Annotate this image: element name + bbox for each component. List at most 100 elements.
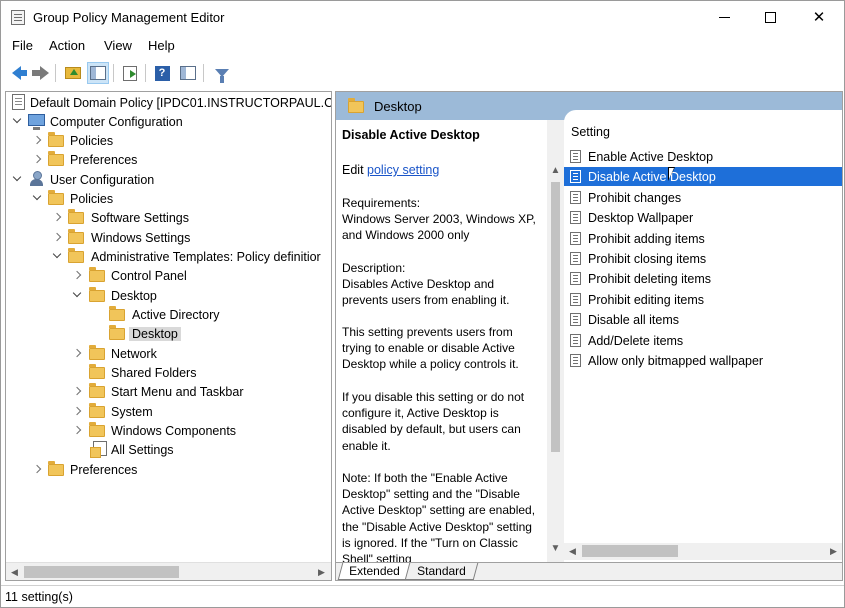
folder-icon (109, 306, 125, 321)
export-list-button[interactable] (119, 62, 141, 84)
tree-item-shared-folders[interactable]: Shared Folders (6, 363, 331, 382)
tree-horizontal-scrollbar[interactable]: ◀ ▶ (6, 562, 331, 580)
tree-item-start-menu[interactable]: Start Menu and Taskbar (6, 382, 331, 401)
menu-help[interactable]: Help (148, 38, 175, 53)
setting-row[interactable]: Prohibit editing items (564, 290, 842, 309)
filter-button[interactable] (211, 62, 233, 84)
scroll-up-icon[interactable]: ▲ (547, 162, 564, 179)
expand-toggle-icon[interactable] (12, 116, 21, 125)
tree-item-user-configuration[interactable]: User Configuration (6, 170, 331, 189)
back-button[interactable] (5, 62, 27, 84)
help-icon: ? (154, 65, 170, 81)
description-vertical-scrollbar[interactable]: ▲ ▼ (547, 120, 564, 562)
expand-toggle-icon[interactable] (52, 212, 61, 221)
description-label: Description: (342, 261, 406, 275)
tree-pane: Default Domain Policy [IPDC01.INSTRUCTOR… (5, 91, 332, 581)
column-header-setting[interactable]: Setting (571, 125, 610, 139)
tree-item-system[interactable]: System (6, 402, 331, 421)
scrollbar-thumb[interactable] (551, 182, 560, 452)
back-arrow-icon (11, 66, 27, 80)
forward-button[interactable] (29, 62, 51, 84)
user-icon (29, 171, 45, 187)
tree-item-computer-configuration[interactable]: Computer Configuration (6, 112, 331, 131)
tree-item-active-directory[interactable]: Active Directory (6, 305, 331, 324)
tree-label: Computer Configuration (50, 114, 183, 129)
tree-item-windows-settings[interactable]: Windows Settings (6, 228, 331, 247)
close-button[interactable]: ✕ (796, 1, 842, 33)
tree-item-cc-preferences[interactable]: Preferences (6, 150, 331, 169)
show-hide-tree-button[interactable] (87, 62, 109, 84)
menu-file[interactable]: File (12, 38, 33, 53)
tree-label: User Configuration (50, 172, 155, 187)
properties-button[interactable] (177, 62, 199, 84)
show-hide-tree-icon (90, 66, 106, 80)
tree-item-root[interactable]: Default Domain Policy [IPDC01.INSTRUCTOR… (6, 93, 331, 112)
tree-label: All Settings (111, 442, 174, 457)
tree-item-windows-components[interactable]: Windows Components (6, 421, 331, 440)
policy-setting-icon (570, 313, 581, 326)
setting-row[interactable]: Desktop Wallpaper (564, 208, 842, 227)
expand-toggle-icon[interactable] (72, 290, 81, 299)
setting-row[interactable]: Disable all items (564, 310, 842, 329)
setting-row-selected[interactable]: Disable Active Desktop (564, 167, 842, 186)
maximize-button[interactable] (747, 1, 793, 33)
tree-item-uc-policies[interactable]: Policies (6, 189, 331, 208)
tree-item-desktop[interactable]: Desktop (6, 286, 331, 305)
setting-label: Desktop Wallpaper (588, 210, 694, 225)
up-one-level-button[interactable] (62, 62, 84, 84)
tree-item-cc-policies[interactable]: Policies (6, 131, 331, 150)
setting-label: Prohibit closing items (588, 251, 707, 266)
expand-toggle-icon[interactable] (12, 174, 21, 183)
setting-row[interactable]: Allow only bitmapped wallpaper (564, 351, 842, 370)
tree-label: Administrative Templates: Policy definit… (91, 249, 321, 264)
menu-action[interactable]: Action (49, 38, 85, 53)
setting-row[interactable]: Enable Active Desktop (564, 147, 842, 166)
expand-toggle-icon[interactable] (72, 348, 81, 357)
setting-row[interactable]: Prohibit closing items (564, 249, 842, 268)
tree-item-control-panel[interactable]: Control Panel (6, 266, 331, 285)
tree-label: Start Menu and Taskbar (111, 384, 244, 399)
expand-toggle-icon[interactable] (72, 386, 81, 395)
tree-label: Software Settings (91, 210, 189, 225)
scroll-left-icon[interactable]: ◀ (6, 563, 23, 580)
expand-toggle-icon[interactable] (32, 154, 41, 163)
settings-horizontal-scrollbar[interactable]: ◀ ▶ (564, 543, 842, 560)
expand-toggle-icon[interactable] (32, 193, 41, 202)
tree-item-administrative-templates[interactable]: Administrative Templates: Policy definit… (6, 247, 331, 266)
expand-toggle-icon[interactable] (72, 270, 81, 279)
setting-row[interactable]: Prohibit deleting items (564, 269, 842, 288)
scroll-down-icon[interactable]: ▼ (547, 540, 564, 557)
menu-view[interactable]: View (104, 38, 132, 53)
scroll-right-icon[interactable]: ▶ (825, 543, 842, 560)
folder-icon (48, 132, 64, 147)
tree-item-desktop-selected[interactable]: Desktop (6, 324, 331, 343)
tree-item-network[interactable]: Network (6, 344, 331, 363)
expand-toggle-icon[interactable] (52, 232, 61, 241)
setting-row[interactable]: Prohibit changes (564, 188, 842, 207)
computer-icon (28, 114, 45, 130)
expand-toggle-icon[interactable] (52, 251, 61, 260)
minimize-button[interactable] (701, 1, 747, 33)
expand-toggle-icon[interactable] (32, 135, 41, 144)
help-button[interactable]: ? (151, 62, 173, 84)
expand-toggle-icon[interactable] (32, 464, 41, 473)
scroll-right-icon[interactable]: ▶ (313, 563, 330, 580)
expand-toggle-icon[interactable] (72, 406, 81, 415)
scrollbar-thumb[interactable] (582, 545, 678, 557)
tree-label: Desktop (111, 288, 157, 303)
tree-item-all-settings[interactable]: All Settings (6, 440, 331, 459)
tree-item-uc-preferences[interactable]: Preferences (6, 460, 331, 479)
tab-standard[interactable]: Standard (405, 563, 479, 580)
folder-icon (89, 267, 105, 282)
setting-row[interactable]: Prohibit adding items (564, 229, 842, 248)
scroll-left-icon[interactable]: ◀ (564, 543, 581, 560)
setting-row[interactable]: Add/Delete items (564, 331, 842, 350)
expand-toggle-icon[interactable] (72, 425, 81, 434)
maximize-icon (764, 11, 776, 23)
policy-setting-icon (570, 293, 581, 306)
all-settings-icon (90, 441, 107, 458)
edit-policy-link[interactable]: policy setting (367, 163, 439, 177)
tree-item-software-settings[interactable]: Software Settings (6, 208, 331, 227)
scrollbar-thumb[interactable] (24, 566, 179, 578)
tab-extended[interactable]: Extended (337, 563, 411, 580)
